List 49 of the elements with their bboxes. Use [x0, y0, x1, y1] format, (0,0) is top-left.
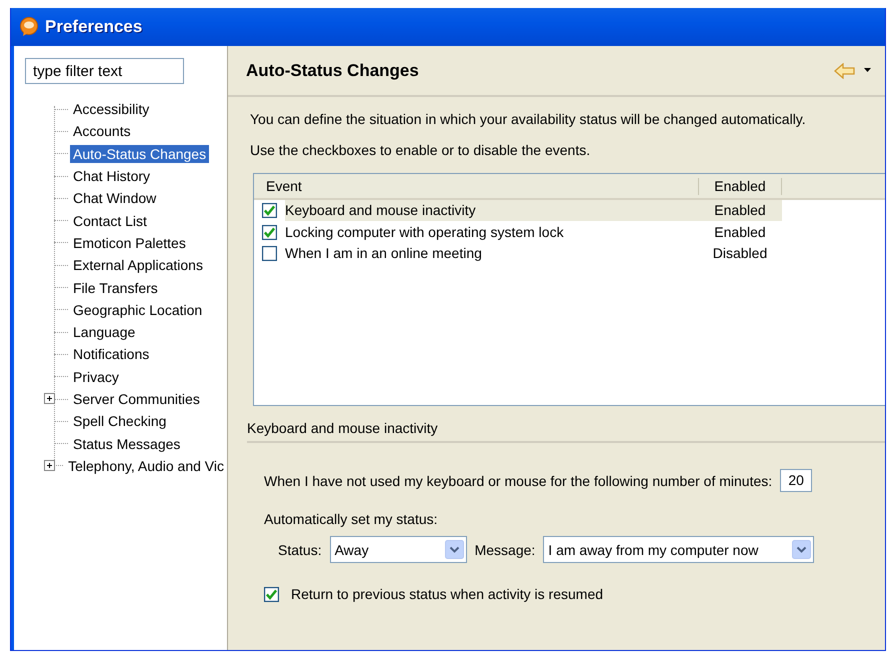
checkbox[interactable] — [262, 224, 277, 240]
dropdown-arrow-icon[interactable] — [864, 68, 871, 73]
status-label: Status: — [278, 542, 322, 558]
status-group-label: Automatically set my status: — [264, 511, 439, 527]
message-label: Message: — [474, 542, 536, 558]
tree-item[interactable]: File Transfers — [70, 278, 161, 297]
description-text: You can define the situation in which your availability status will be changed automatically. — [250, 111, 807, 127]
tree-item[interactable]: Accounts — [70, 122, 134, 140]
tree-item[interactable]: Geographic Location — [70, 300, 206, 319]
checkbox[interactable] — [262, 246, 277, 262]
table-cell-text: Disabled — [712, 244, 768, 264]
checkbox[interactable] — [262, 203, 277, 218]
tree-item[interactable]: Privacy — [70, 368, 122, 386]
table-cell-text: Enabled — [713, 222, 767, 242]
section-title: Keyboard and mouse inactivity — [247, 420, 438, 436]
table-cell[interactable]: When I am in an online meeting — [285, 243, 698, 264]
tree-item[interactable]: Spell Checking — [70, 412, 170, 430]
minutes-label: When I have not used my keyboard or mouse for the following number of minutes: — [264, 472, 772, 488]
caret-icon — [792, 540, 812, 559]
app-icon — [19, 17, 39, 37]
tree-item[interactable]: Status Messages — [70, 434, 184, 453]
checkbox-label[interactable]: Return to previous status when activity is resumed — [291, 586, 604, 602]
dropdown[interactable]: I am away from my computer now — [543, 536, 814, 563]
column-header[interactable]: Event — [254, 178, 699, 194]
expand-icon[interactable] — [44, 460, 55, 471]
checkbox[interactable] — [264, 586, 279, 602]
table-cell: Enabled — [698, 200, 782, 222]
table-cell[interactable]: Keyboard and mouse inactivity — [285, 200, 698, 222]
tree-item[interactable]: Notifications — [70, 345, 152, 364]
dropdown[interactable]: Away — [330, 536, 467, 563]
minutes-field[interactable]: 20 — [780, 469, 812, 492]
window-title: Preferences — [45, 17, 142, 37]
filter-field[interactable]: type filter text — [25, 58, 184, 84]
table-cell[interactable]: Locking computer with operating system lock — [285, 222, 698, 243]
tree-item[interactable]: Contact List — [70, 212, 150, 230]
tree-item[interactable]: Telephony, Audio and Vic — [65, 456, 227, 475]
tree-item[interactable]: Language — [70, 323, 138, 342]
tree-item[interactable]: Accessibility — [70, 100, 152, 118]
tree-item[interactable]: Chat History — [70, 167, 154, 186]
tree-item[interactable]: Server Communities — [70, 390, 203, 408]
tree-item[interactable]: Chat Window — [70, 189, 160, 208]
column-header[interactable]: Enabled — [699, 178, 782, 194]
hint-text: Use the checkboxes to enable or to disable the events. — [250, 142, 592, 158]
tree-item[interactable]: External Applications — [70, 256, 206, 274]
tree-item[interactable]: Emoticon Palettes — [70, 234, 189, 252]
page-title: Auto-Status Changes — [246, 60, 420, 80]
tree-item[interactable]: Auto-Status Changes — [70, 144, 210, 163]
expand-icon[interactable] — [44, 392, 55, 404]
caret-icon — [444, 540, 464, 559]
